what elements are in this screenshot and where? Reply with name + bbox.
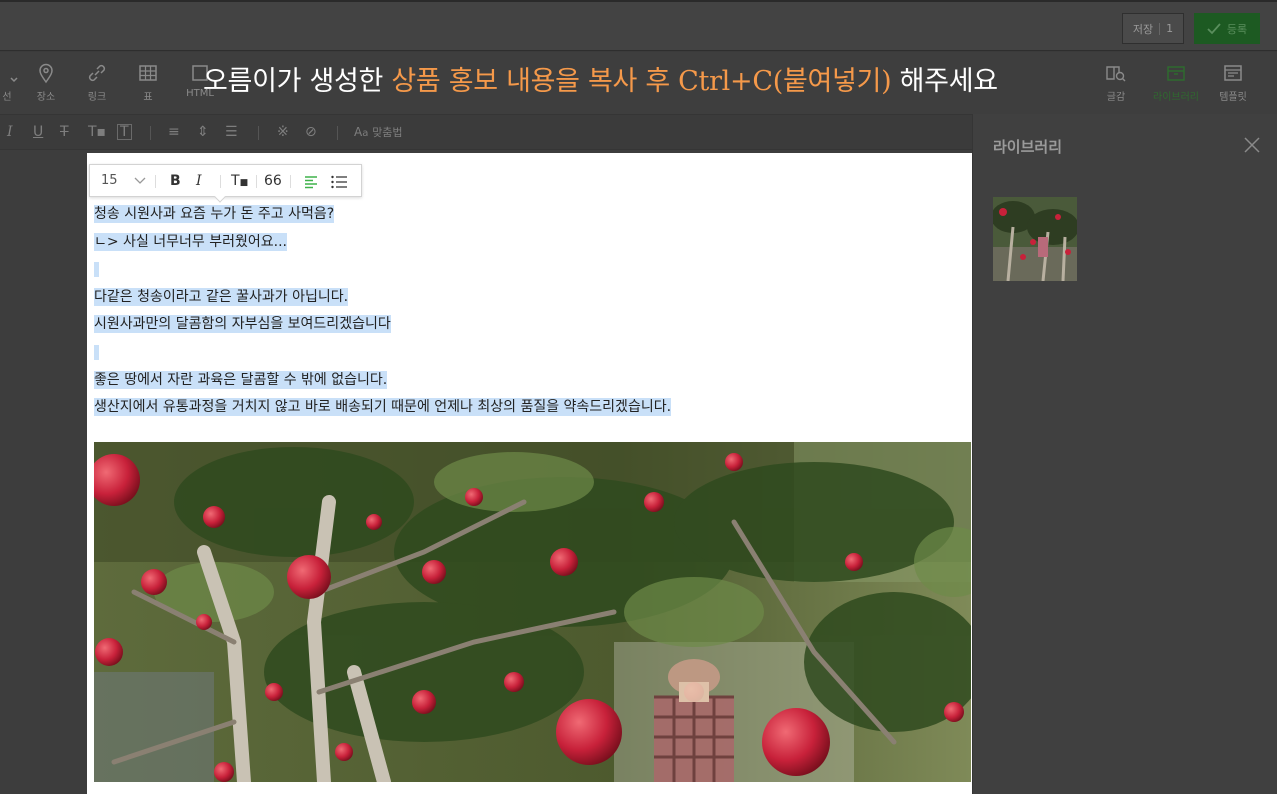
bold-button[interactable]: B bbox=[170, 173, 181, 189]
toolbar-divider bbox=[220, 175, 221, 188]
instruction-banner: 오름이가 생성한 상품 홍보 내용을 복사 후 Ctrl+C(붙여넣기) 해주세… bbox=[203, 59, 998, 98]
font-size-select[interactable]: 15 bbox=[101, 173, 118, 189]
link-icon bbox=[88, 64, 106, 82]
apple-orchard-photo[interactable] bbox=[94, 442, 971, 782]
toolbar-divider bbox=[258, 126, 259, 140]
font-color-icon[interactable]: T▪ bbox=[88, 124, 106, 140]
toolbar-item-label: 표 bbox=[143, 92, 153, 103]
content-line-text: 청송 시원사과 요즘 누가 돈 주고 사먹음? bbox=[94, 205, 335, 223]
banner-text-end: 해주세요 bbox=[891, 66, 998, 97]
toolbar-item-template[interactable]: 템플릿 bbox=[1210, 62, 1256, 103]
toolbar-item-label: 글감 bbox=[1106, 92, 1126, 103]
toolbar-item-material[interactable]: 글감 bbox=[1093, 62, 1139, 103]
italic-button[interactable]: I bbox=[196, 173, 202, 189]
banner-highlight: 상품 홍보 내용을 복사 후 Ctrl+C(붙여넣기) bbox=[391, 66, 892, 97]
content-line-text: 생산지에서 유통과정을 거치지 않고 바로 배송되기 때문에 언제나 최상의 품… bbox=[94, 398, 672, 416]
link-icon[interactable]: ⊘ bbox=[305, 124, 317, 140]
background-color-icon[interactable]: T bbox=[117, 124, 132, 140]
toolbar-divider bbox=[155, 175, 156, 188]
publish-button[interactable]: 등록 bbox=[1194, 13, 1260, 44]
toolbar-item-label: 장소 bbox=[36, 92, 56, 103]
line-icon bbox=[10, 77, 18, 83]
spellcheck-label: 맞춤법 bbox=[372, 126, 403, 139]
save-divider bbox=[1159, 22, 1161, 35]
table-icon bbox=[139, 65, 157, 81]
special-char-icon[interactable]: ※ bbox=[277, 124, 289, 140]
toolbar-divider bbox=[256, 175, 257, 188]
toolbar-item-label: 라이브러리 bbox=[1153, 92, 1199, 103]
panel-title: 라이브러리 bbox=[993, 138, 1063, 156]
format-toolbar: I U T T▪ T ≡ ⇕ ☰ ※ ⊘ Aa 맞춤법 bbox=[0, 114, 972, 150]
library-thumbnail[interactable] bbox=[993, 197, 1077, 281]
content-line-text: 다같은 청송이라고 같은 꿀사과가 아닙니다. bbox=[94, 288, 349, 306]
content-line[interactable]: 생산지에서 유통과정을 거치지 않고 바로 배송되기 때문에 언제나 최상의 품… bbox=[94, 398, 672, 416]
book-search-icon bbox=[1106, 66, 1126, 82]
list-icon[interactable]: ☰ bbox=[225, 124, 238, 140]
toolbar-item-library[interactable]: 라이브러리 bbox=[1152, 62, 1200, 103]
content-line-text: 시원사과만의 달콤함의 자부심을 보여드리겠습니다 bbox=[94, 315, 391, 333]
chevron-down-icon[interactable] bbox=[134, 177, 146, 185]
content-line[interactable]: 청송 시원사과 요즘 누가 돈 주고 사먹음? bbox=[94, 205, 335, 223]
publish-button-label: 등록 bbox=[1226, 22, 1248, 36]
save-button-label: 저장 bbox=[1132, 22, 1154, 36]
bullet-list-icon[interactable] bbox=[330, 174, 348, 190]
banner-text: 오름이가 생성한 bbox=[203, 66, 392, 97]
underline-icon[interactable]: U bbox=[33, 124, 43, 140]
toolbar-divider bbox=[150, 126, 151, 140]
align-left-icon[interactable] bbox=[303, 174, 319, 190]
quote-button[interactable]: 66 bbox=[264, 173, 282, 189]
line-height-icon[interactable]: ⇕ bbox=[197, 124, 209, 140]
library-panel: 라이브러리 bbox=[972, 114, 1277, 794]
toolbar-item-table[interactable]: 표 bbox=[125, 62, 171, 103]
close-icon[interactable] bbox=[1243, 136, 1261, 154]
toolbar-divider bbox=[290, 175, 291, 188]
save-count: 1 bbox=[1166, 22, 1174, 35]
strikethrough-icon[interactable]: T bbox=[60, 124, 69, 140]
empty-line-selection bbox=[94, 345, 99, 360]
align-left-icon[interactable]: ≡ bbox=[168, 124, 180, 140]
top-bar: 저장 1 등록 bbox=[0, 0, 1277, 51]
toolbar-item-label: 템플릿 bbox=[1219, 92, 1247, 103]
map-pin-icon bbox=[39, 63, 53, 84]
floating-format-toolbar: 15 B I T■ 66 bbox=[89, 164, 362, 203]
toolbar-item-link[interactable]: 링크 bbox=[74, 62, 120, 103]
template-icon bbox=[1224, 65, 1242, 81]
library-icon bbox=[1167, 66, 1185, 81]
toolbar-item-label: 선 bbox=[2, 92, 12, 103]
italic-icon[interactable]: I bbox=[7, 124, 13, 140]
save-button[interactable]: 저장 1 bbox=[1122, 13, 1184, 44]
content-line-text: ㄴ> 사실 너무너무 부러웠어요... bbox=[94, 233, 287, 251]
toolbar-item-label: 링크 bbox=[87, 92, 107, 103]
spellcheck-button[interactable]: Aa 맞춤법 bbox=[354, 124, 403, 142]
font-color-button[interactable]: T■ bbox=[231, 173, 248, 191]
content-line[interactable]: ㄴ> 사실 너무너무 부러웠어요... bbox=[94, 233, 287, 251]
check-icon bbox=[1207, 22, 1221, 34]
toolbar-item-place[interactable]: 장소 bbox=[23, 62, 69, 103]
content-line-text: 좋은 땅에서 자란 과육은 달콤할 수 밖에 없습니다. bbox=[94, 371, 388, 389]
empty-line-selection bbox=[94, 262, 99, 277]
content-line[interactable]: 다같은 청송이라고 같은 꿀사과가 아닙니다. bbox=[94, 288, 349, 306]
content-line[interactable]: 좋은 땅에서 자란 과육은 달콤할 수 밖에 없습니다. bbox=[94, 371, 388, 389]
toolbar-divider bbox=[337, 126, 338, 140]
content-line[interactable]: 시원사과만의 달콤함의 자부심을 보여드리겠습니다 bbox=[94, 315, 391, 333]
